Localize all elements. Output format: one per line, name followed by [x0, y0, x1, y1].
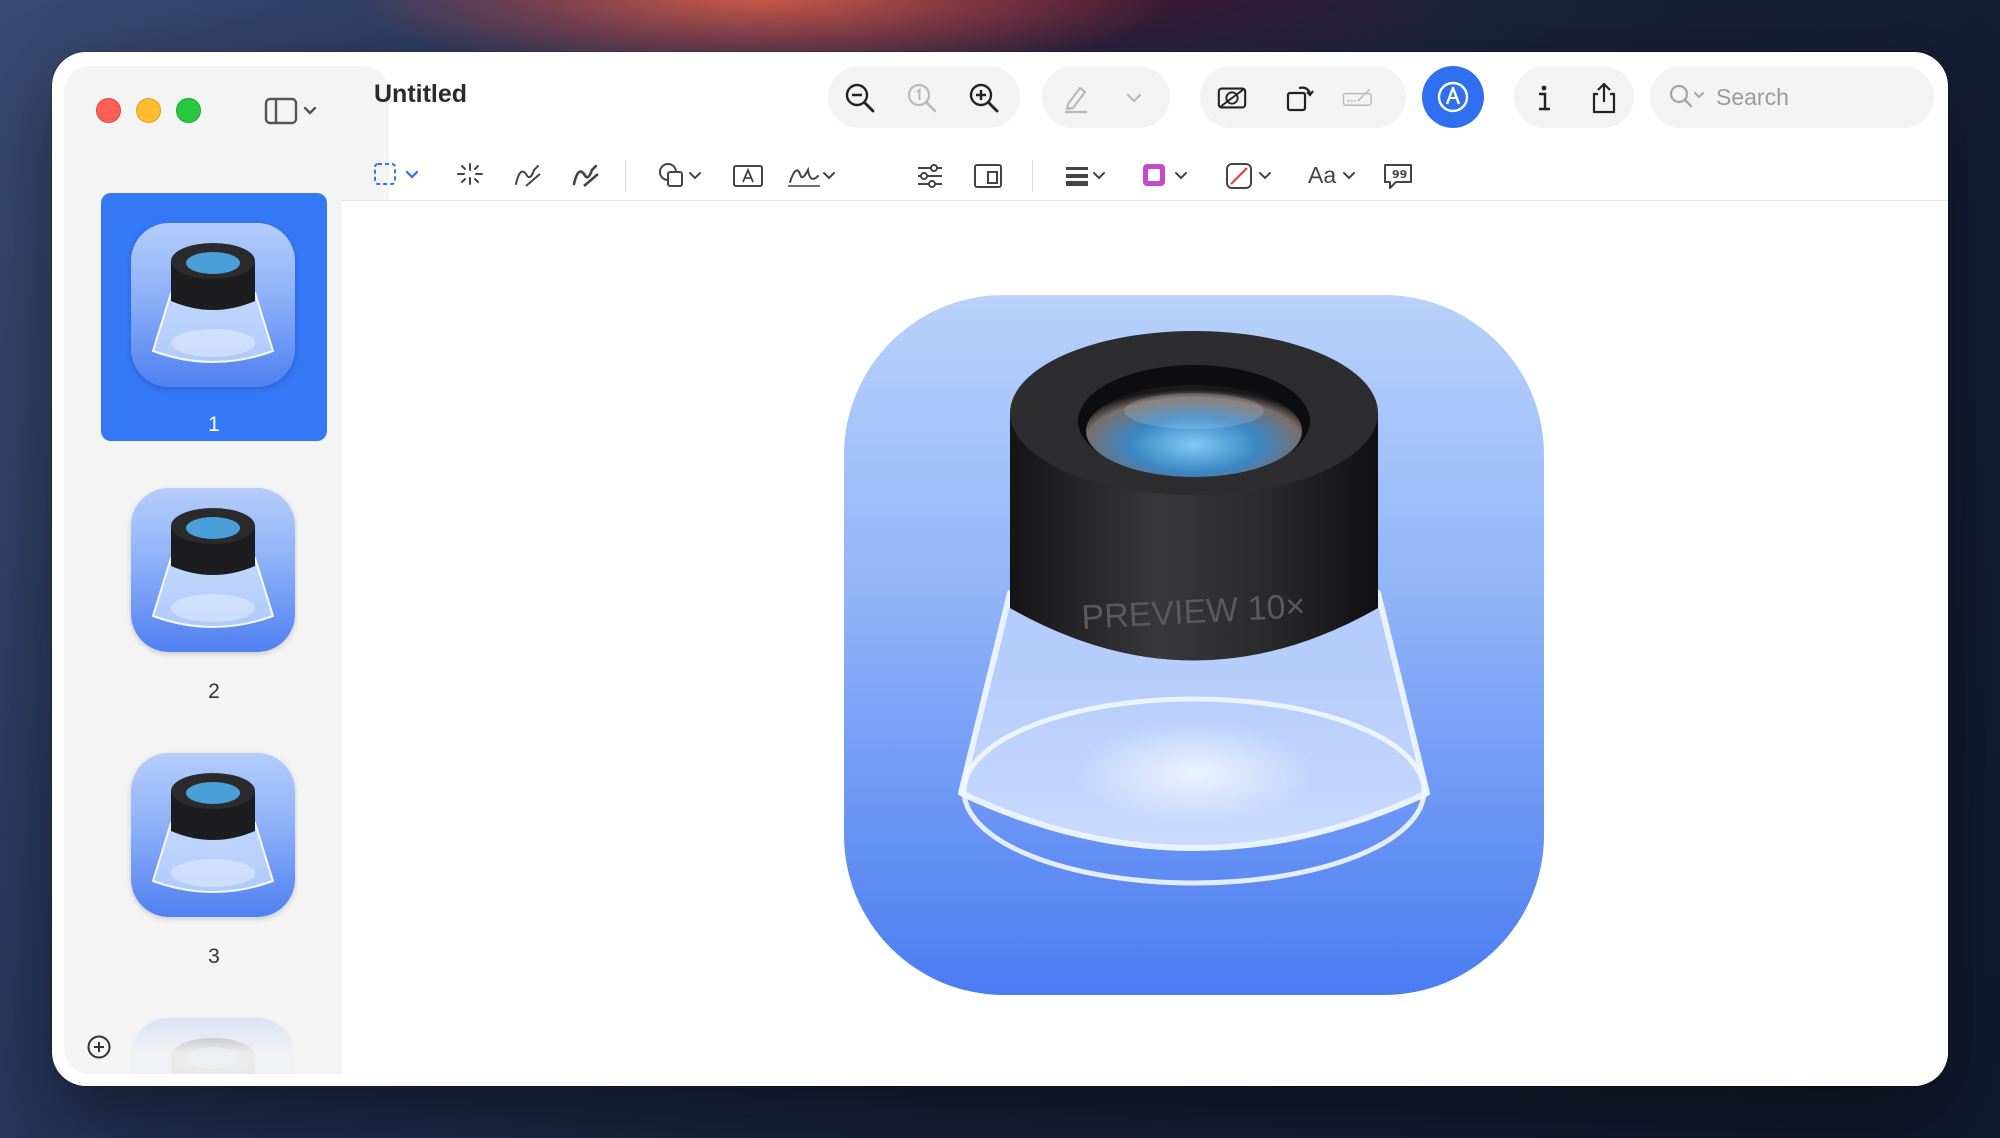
page-thumbnail-image: [131, 488, 295, 652]
markup-pen-icon: [1437, 81, 1469, 113]
rotate-icon[interactable]: [1284, 82, 1316, 114]
zoom-controls: [828, 66, 1020, 128]
loupe-icon: [151, 243, 275, 363]
signature-field-icon[interactable]: [1342, 82, 1374, 114]
text-box-icon[interactable]: [728, 156, 768, 196]
close-window-button[interactable]: [96, 98, 121, 123]
search-field[interactable]: Search: [1650, 66, 1934, 128]
sidebar: 1 2 3: [64, 66, 389, 1074]
zoom-out-icon[interactable]: [844, 82, 876, 114]
info-share-controls: [1514, 66, 1634, 128]
selection-tool-icon[interactable]: [370, 156, 430, 196]
text-style-button[interactable]: Aa: [1308, 156, 1364, 196]
chevron-down-icon: [1343, 172, 1355, 180]
loupe-icon: [151, 773, 275, 893]
fill-color-icon[interactable]: [1222, 156, 1278, 196]
page-number-label: 1: [208, 413, 220, 436]
border-color-icon[interactable]: [1138, 156, 1194, 196]
signature-icon[interactable]: [784, 156, 840, 196]
page-thumbnail-image: [131, 753, 295, 917]
toolbar-divider: [1032, 160, 1033, 192]
highlighter-icon[interactable]: [1060, 82, 1092, 114]
edit-controls: [1200, 66, 1406, 128]
instant-alpha-icon[interactable]: [450, 156, 490, 196]
draw-icon[interactable]: [566, 156, 606, 196]
chevron-down-icon[interactable]: [1118, 82, 1150, 114]
crop-image-icon[interactable]: [1216, 82, 1248, 114]
search-icon: [1669, 84, 1704, 108]
sidebar-fade: [64, 964, 389, 1074]
toolbar-divider: [625, 160, 626, 192]
preview-app-icon: PREVIEW 10×: [844, 295, 1544, 995]
zoom-window-button[interactable]: [176, 98, 201, 123]
text-style-label: Aa: [1308, 162, 1337, 188]
note-icon[interactable]: 99: [1378, 156, 1418, 196]
add-page-button[interactable]: [86, 1034, 112, 1060]
actual-size-icon[interactable]: [906, 82, 938, 114]
minimize-window-button[interactable]: [136, 98, 161, 123]
sidebar-toggle-button[interactable]: [264, 96, 324, 126]
info-icon[interactable]: [1528, 82, 1560, 114]
sketch-icon[interactable]: [508, 156, 548, 196]
adjust-size-icon[interactable]: [968, 156, 1008, 196]
svg-text:99: 99: [1392, 168, 1407, 181]
document-canvas: PREVIEW 10×: [342, 201, 1948, 1086]
preview-window: 1 2 3 Untitled Search Aa 99 PREVIEW 10×: [52, 52, 1948, 1086]
share-icon[interactable]: [1588, 82, 1620, 114]
shapes-icon[interactable]: [652, 156, 708, 196]
document-image: PREVIEW 10×: [842, 293, 1546, 997]
page-thumbnail-image: [131, 223, 295, 387]
shape-style-icon[interactable]: [1060, 156, 1116, 196]
adjust-color-icon[interactable]: [910, 156, 950, 196]
document-title: Untitled: [374, 80, 468, 108]
sidebar-icon: [264, 97, 317, 125]
loupe-icon: [151, 508, 275, 628]
highlight-controls: [1042, 66, 1170, 128]
page-thumbnail-2[interactable]: 2: [101, 458, 327, 708]
page-thumbnail-3[interactable]: 3: [101, 723, 327, 973]
zoom-in-icon[interactable]: [968, 82, 1000, 114]
page-number-label: 2: [208, 680, 220, 703]
search-placeholder: Search: [1716, 84, 1789, 110]
plus-circle-icon: [87, 1035, 111, 1059]
markup-button[interactable]: [1422, 66, 1484, 128]
page-thumbnail-1[interactable]: 1: [101, 193, 327, 441]
